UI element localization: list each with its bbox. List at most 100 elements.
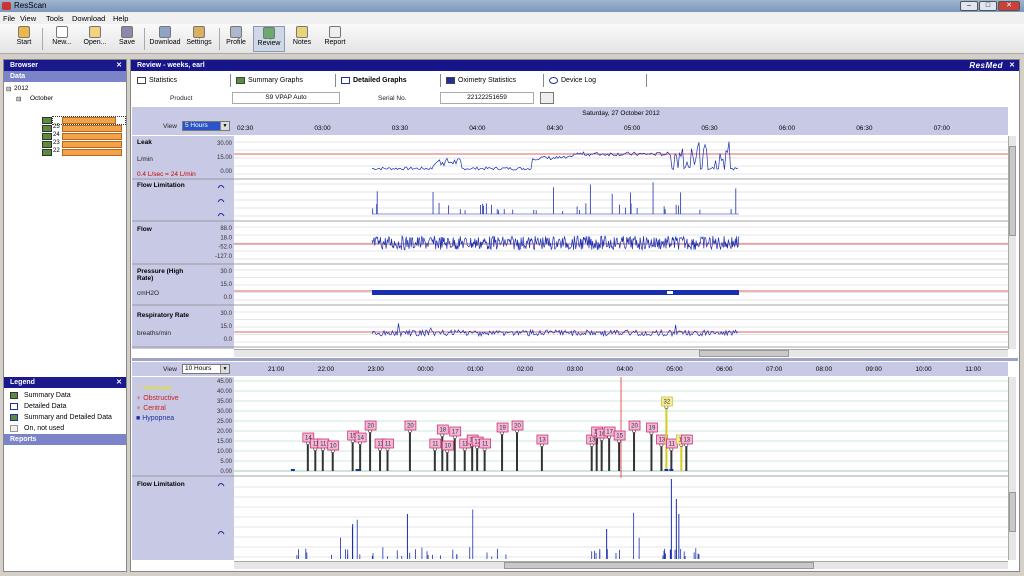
window-title: ResScan [14, 1, 47, 10]
tree-expand-icon[interactable]: ⊟ [6, 85, 11, 93]
splitter[interactable] [132, 358, 1018, 361]
chevron-down-icon: ▼ [220, 122, 229, 130]
event-duration-label: 11 [669, 442, 676, 448]
event-duration-label: 11 [385, 442, 392, 448]
lower-view-select[interactable]: 10 Hours ▼ [182, 364, 230, 374]
statistics-icon [137, 77, 146, 84]
lower-time-label: 00:00 [417, 366, 434, 373]
legend-item-detailed: Detailed Data [24, 403, 67, 410]
upper-time-label: 06:30 [856, 125, 873, 132]
axis-tick-label: 15.0 [220, 324, 232, 330]
axis-tick-label: 30.0 [220, 311, 232, 317]
event-duration-label: 18 [439, 428, 446, 434]
menu-file[interactable]: File [3, 14, 15, 23]
upper-time-label: 07:00 [933, 125, 950, 132]
event-axis-tick: 30.00 [217, 409, 233, 415]
flowlim-icon-high [217, 185, 225, 189]
start-button[interactable]: Start [10, 26, 38, 52]
tree-day-label[interactable]: 22 [53, 148, 60, 154]
tab-detailed-graphs[interactable]: Detailed Graphs [337, 74, 441, 87]
event-duration-label: 15 [616, 434, 623, 440]
upper-vertical-scrollbar[interactable] [1008, 136, 1016, 349]
event-duration-label: 14 [357, 436, 364, 442]
menu-tools[interactable]: Tools [46, 14, 64, 23]
lower-graphs: 45.00 40.00 35.00 30.00 25.00 20.00 15.00 10.00… [132, 377, 1008, 560]
upper-time-axis [234, 120, 1008, 135]
line-chart-icon [341, 77, 350, 84]
lower-flowlim-plot-area [234, 478, 1008, 560]
device-log-icon [549, 77, 558, 84]
device-info-button[interactable] [540, 92, 554, 104]
upper-time-label: 03:00 [314, 125, 331, 132]
axis-tick-label: 0.00 [220, 169, 232, 175]
close-icon[interactable]: ✕ [116, 60, 122, 71]
settings-button[interactable]: Settings [184, 26, 214, 52]
report-button[interactable]: Report [320, 26, 350, 52]
event-duration-label: 32 [664, 400, 671, 406]
minimize-button[interactable]: ‒ [960, 1, 978, 11]
window-titlebar: ResScan ‒ □ ✕ [0, 0, 1024, 12]
maximize-button[interactable]: □ [979, 1, 997, 11]
event-duration-label: 19 [649, 426, 656, 432]
event-duration-label: 20 [514, 424, 521, 430]
day-usage-bar [62, 133, 122, 140]
upper-view-select[interactable]: 5 Hours ▼ [182, 121, 230, 131]
profile-button[interactable]: Profile [222, 26, 250, 52]
close-button[interactable]: ✕ [998, 1, 1020, 11]
tree-month[interactable]: October [30, 95, 53, 102]
lower-horizontal-scrollbar[interactable] [234, 561, 1008, 569]
review-button[interactable]: Review [253, 26, 285, 52]
axis-tick-label: 18.0 [220, 235, 232, 241]
axis-tick-label: 0.0 [224, 295, 233, 301]
detailed-data-icon [10, 403, 18, 410]
tab-statistics[interactable]: Statistics [133, 74, 231, 87]
event-duration-label: 13 [539, 438, 546, 444]
start-icon [18, 26, 30, 38]
close-icon[interactable]: ✕ [1009, 60, 1015, 71]
event-duration-label: 20 [367, 424, 374, 430]
review-icon [263, 27, 275, 39]
open-icon [89, 26, 101, 38]
legend-header: Legend ✕ [4, 377, 126, 388]
lower-time-label: 10:00 [915, 366, 932, 373]
event-duration-label: 13 [659, 438, 666, 444]
reports-section-header: Reports [4, 434, 126, 445]
close-icon[interactable]: ✕ [116, 377, 122, 388]
event-axis-tick: 45.00 [217, 379, 233, 385]
event-axis-tick: 20.00 [217, 429, 233, 435]
new-button[interactable]: New... [48, 26, 76, 52]
menu-download[interactable]: Download [72, 14, 105, 23]
tree-day-label[interactable]: 23 [53, 140, 60, 146]
event-duration-label: 17 [452, 430, 459, 436]
browser-panel: Browser ✕ Data ⊟ 2012 ⊟ October 25 24 23 22 … [3, 59, 127, 572]
toolbar: Start New... Open... Save Download Setti… [0, 24, 1024, 54]
tab-oximetry-statistics[interactable]: Oximetry Statistics [442, 74, 544, 87]
day-data-icon [42, 117, 52, 124]
day-data-icon [42, 141, 52, 148]
data-tree: ⊟ 2012 ⊟ October 25 24 23 22 [4, 82, 126, 377]
event-duration-label: 20 [407, 424, 414, 430]
hypopnea-marker [664, 469, 669, 471]
browser-header: Browser ✕ [4, 60, 126, 71]
download-button[interactable]: Download [148, 26, 182, 52]
tree-year[interactable]: 2012 [14, 85, 28, 92]
open-button[interactable]: Open... [80, 26, 110, 52]
tab-device-log[interactable]: Device Log [545, 74, 647, 87]
lower-time-label: 05:00 [666, 366, 683, 373]
menu-help[interactable]: Help [113, 14, 128, 23]
menu-view[interactable]: View [20, 14, 36, 23]
event-axis-tick: 40.00 [217, 389, 233, 395]
not-used-icon [10, 425, 18, 432]
tab-summary-graphs[interactable]: Summary Graphs [232, 74, 336, 87]
upper-horizontal-scrollbar[interactable] [234, 349, 1008, 357]
tree-expand-icon[interactable]: ⊟ [16, 95, 21, 103]
bar-chart-icon [236, 77, 245, 84]
day-data-icon [42, 133, 52, 140]
pressure-gap [667, 291, 673, 294]
upper-time-label: 02:30 [237, 125, 254, 132]
product-label: Product [170, 95, 193, 102]
save-button[interactable]: Save [114, 26, 140, 52]
lower-vertical-scrollbar[interactable] [1008, 377, 1016, 560]
tree-day-label[interactable]: 24 [53, 132, 60, 138]
notes-button[interactable]: Notes [288, 26, 316, 52]
